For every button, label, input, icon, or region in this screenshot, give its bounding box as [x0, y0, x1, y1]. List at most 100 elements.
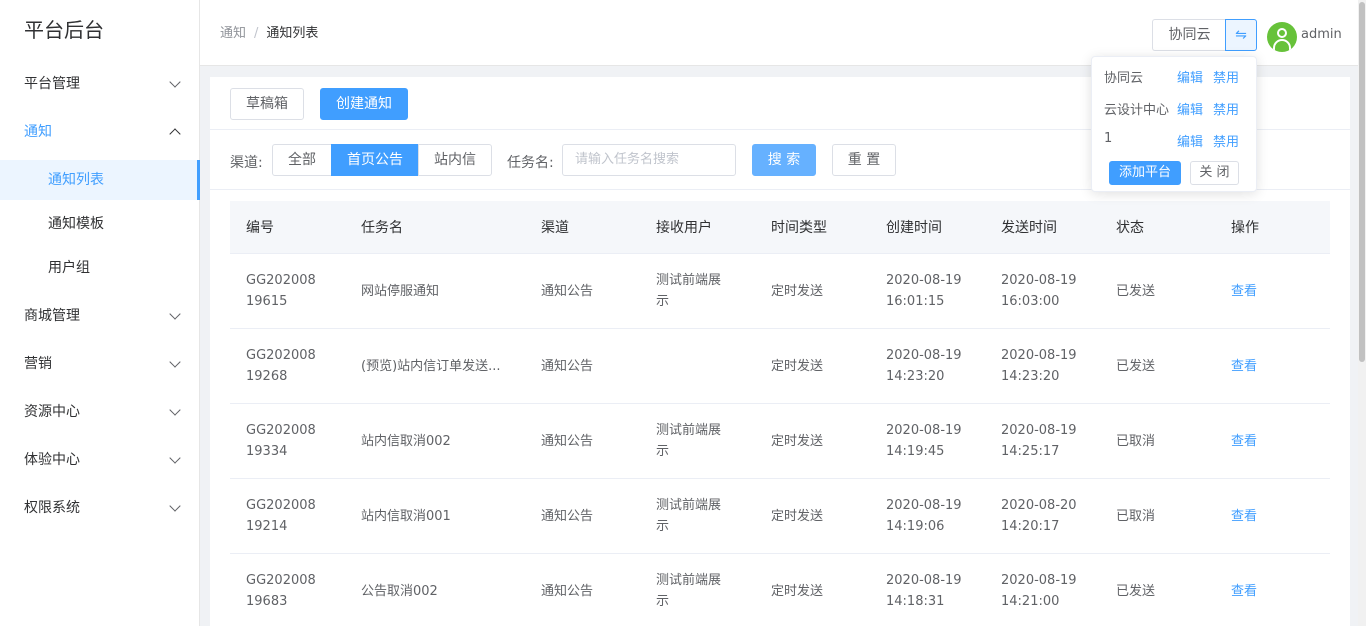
- view-link[interactable]: 查看: [1215, 431, 1330, 452]
- search-button[interactable]: 搜 索: [752, 144, 816, 176]
- cell-status: 已发送: [1116, 358, 1156, 374]
- table-row: GG20200819268 (预览)站内信订单发送... 通知公告 定时发送 2…: [230, 329, 1330, 404]
- cell-channel: 通知公告: [541, 358, 594, 374]
- cell-timetype: 定时发送: [771, 358, 824, 374]
- menu-item-marketing[interactable]: 营销: [0, 340, 199, 388]
- add-platform-button[interactable]: 添加平台: [1109, 161, 1181, 185]
- table-row: GG20200819214 站内信取消001 通知公告 测试前端展示 定时发送 …: [230, 479, 1330, 554]
- channel-segment: 全部 首页公告 站内信: [272, 144, 492, 176]
- cell-timetype: 定时发送: [771, 433, 824, 449]
- platform-disable-link[interactable]: 禁用: [1213, 67, 1239, 86]
- username[interactable]: admin: [1301, 27, 1342, 42]
- platform-name: 协同云: [1104, 71, 1144, 86]
- cell-status: 已取消: [1116, 433, 1156, 449]
- col-header-timetype: 时间类型: [771, 220, 827, 236]
- cell-channel: 通知公告: [541, 283, 594, 299]
- channel-all-button[interactable]: 全部: [272, 144, 332, 176]
- menu-item-resources[interactable]: 资源中心: [0, 388, 199, 436]
- submenu-item-user-group[interactable]: 用户组: [0, 248, 199, 288]
- drafts-button[interactable]: 草稿箱: [230, 88, 304, 120]
- table-header: 编号 任务名 渠道 接收用户 时间类型 创建时间 发送时间 状态 操作: [230, 201, 1330, 254]
- breadcrumb-parent[interactable]: 通知: [220, 26, 246, 41]
- menu-item-mall[interactable]: 商城管理: [0, 292, 199, 340]
- scrollbar-thumb[interactable]: [1359, 2, 1365, 362]
- view-link[interactable]: 查看: [1215, 581, 1330, 602]
- platform-row: 协同云 编辑 禁用: [1104, 67, 1249, 87]
- breadcrumb: 通知 / 通知列表: [220, 22, 318, 41]
- col-header-action: 操作: [1231, 220, 1259, 236]
- col-header-status: 状态: [1116, 220, 1144, 236]
- menu-item-platform[interactable]: 平台管理: [0, 60, 199, 108]
- channel-inbox-button[interactable]: 站内信: [418, 144, 492, 176]
- task-name-label: 任务名:: [507, 155, 554, 171]
- view-link[interactable]: 查看: [1215, 281, 1330, 302]
- menu-item-permissions[interactable]: 权限系统: [0, 484, 199, 532]
- cell-timetype: 定时发送: [771, 283, 824, 299]
- platform-disable-link[interactable]: 禁用: [1213, 99, 1239, 118]
- cell-name: (预览)站内信订单发送...: [361, 358, 501, 374]
- cell-created: 2020-08-19 14:19:45: [886, 423, 962, 459]
- cell-id: GG20200819615: [246, 273, 316, 309]
- platform-edit-link[interactable]: 编辑: [1177, 99, 1203, 118]
- cell-sent: 2020-08-19 14:23:20: [1001, 348, 1077, 384]
- cell-timetype: 定时发送: [771, 583, 824, 599]
- table-row: GG20200819615 网站停服通知 通知公告 测试前端展示 定时发送 20…: [230, 254, 1330, 329]
- cell-users: 测试前端展示: [656, 273, 722, 309]
- col-header-channel: 渠道: [541, 220, 569, 236]
- table-row: GG20200819683 公告取消002 通知公告 测试前端展示 定时发送 2…: [230, 554, 1330, 626]
- cell-id: GG20200819214: [246, 498, 316, 534]
- submenu-item-notify-list[interactable]: 通知列表: [0, 160, 200, 200]
- cell-users: 测试前端展示: [656, 423, 722, 459]
- breadcrumb-current: 通知列表: [266, 26, 319, 41]
- cell-timetype: 定时发送: [771, 508, 824, 524]
- reset-button[interactable]: 重 置: [832, 144, 896, 176]
- platform-disable-link[interactable]: 禁用: [1213, 131, 1239, 150]
- cell-sent: 2020-08-19 14:25:17: [1001, 423, 1077, 459]
- platform-edit-link[interactable]: 编辑: [1177, 67, 1203, 86]
- menu-label: 资源中心: [24, 404, 80, 420]
- cell-created: 2020-08-19 14:19:06: [886, 498, 962, 534]
- notice-table: 编号 任务名 渠道 接收用户 时间类型 创建时间 发送时间 状态 操作 GG20…: [230, 201, 1330, 626]
- menu-item-experience[interactable]: 体验中心: [0, 436, 199, 484]
- view-link[interactable]: 查看: [1215, 506, 1330, 527]
- create-notice-button[interactable]: 创建通知: [320, 88, 408, 120]
- task-name-input[interactable]: 请输入任务名搜索: [562, 144, 736, 176]
- cell-sent: 2020-08-19 16:03:00: [1001, 273, 1077, 309]
- cell-status: 已发送: [1116, 283, 1156, 299]
- platform-edit-link[interactable]: 编辑: [1177, 131, 1203, 150]
- menu-label: 体验中心: [24, 452, 80, 468]
- platform-name: 云设计中心: [1104, 103, 1170, 118]
- platform-button[interactable]: 协同云: [1152, 19, 1226, 51]
- cell-created: 2020-08-19 14:23:20: [886, 348, 962, 384]
- cell-name: 公告取消002: [361, 583, 438, 599]
- col-header-name: 任务名: [361, 220, 403, 236]
- page-scrollbar[interactable]: [1358, 0, 1366, 626]
- cell-created: 2020-08-19 16:01:15: [886, 273, 962, 309]
- chevron-down-icon: [169, 308, 181, 320]
- cell-users: 测试前端展示: [656, 498, 722, 534]
- chevron-down-icon: [169, 76, 181, 88]
- cell-created: 2020-08-19 14:18:31: [886, 573, 962, 609]
- cell-channel: 通知公告: [541, 508, 594, 524]
- swap-icon[interactable]: ⇋: [1225, 19, 1257, 51]
- app-title: 平台后台: [24, 18, 104, 42]
- view-link[interactable]: 查看: [1215, 356, 1330, 377]
- cell-sent: 2020-08-20 14:20:17: [1001, 498, 1077, 534]
- col-header-users: 接收用户: [656, 220, 712, 236]
- cell-name: 网站停服通知: [361, 283, 440, 299]
- chevron-down-icon: [169, 404, 181, 416]
- cell-status: 已发送: [1116, 583, 1156, 599]
- avatar[interactable]: [1267, 22, 1297, 52]
- submenu-item-notify-template[interactable]: 通知模板: [0, 204, 199, 244]
- menu-item-notify[interactable]: 通知: [0, 108, 199, 156]
- menu-label: 通知: [24, 124, 52, 140]
- chevron-down-icon: [169, 452, 181, 464]
- menu-label: 平台管理: [24, 76, 80, 92]
- channel-label: 渠道:: [230, 155, 263, 171]
- table-row: GG20200819334 站内信取消002 通知公告 测试前端展示 定时发送 …: [230, 404, 1330, 479]
- menu-label: 营销: [24, 356, 52, 372]
- platform-row: 云设计中心 编辑 禁用: [1104, 99, 1249, 119]
- channel-homepage-button[interactable]: 首页公告: [331, 144, 419, 176]
- platform-name: 1: [1104, 131, 1113, 146]
- close-popover-button[interactable]: 关 闭: [1190, 161, 1239, 185]
